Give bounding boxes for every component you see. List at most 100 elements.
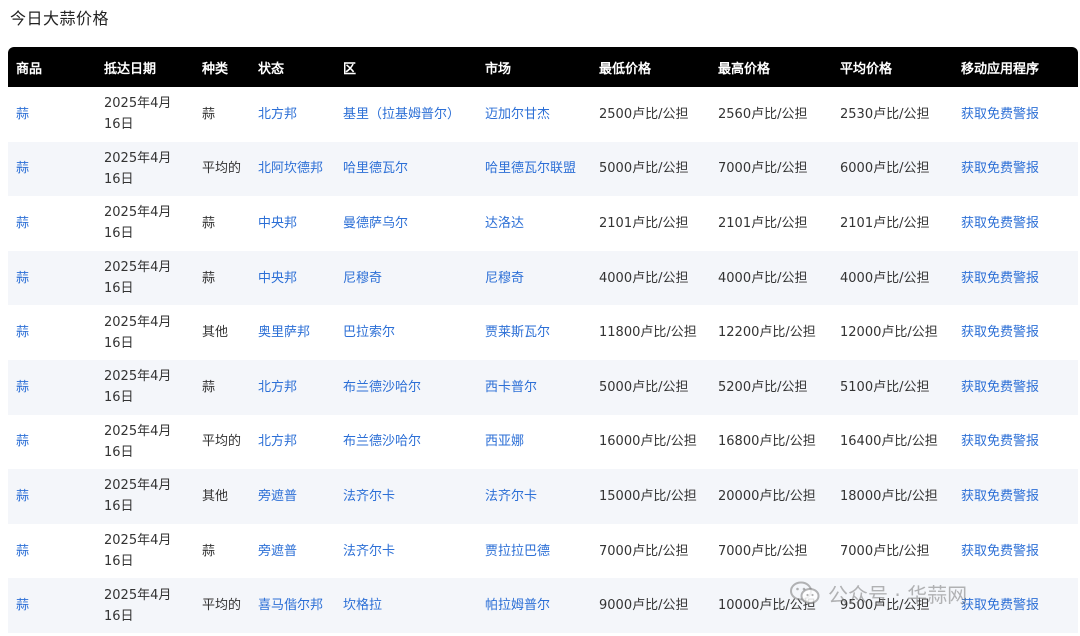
- state-link[interactable]: 奥里萨邦: [250, 305, 335, 360]
- commodity-link[interactable]: 蒜: [8, 359, 96, 415]
- avg-price: 4000卢比/公担: [832, 250, 953, 306]
- avg-price: 2530卢比/公担: [832, 87, 953, 142]
- table-row: 蒜 2025年4月16日 平均的 北阿坎德邦 哈里德瓦尔 哈里德瓦尔联盟 5000卢比/公担…: [8, 141, 1078, 197]
- state-link[interactable]: 旁遮普: [250, 469, 335, 524]
- commodity-link[interactable]: 蒜: [8, 250, 96, 306]
- market-link[interactable]: 贾莱斯瓦尔: [477, 305, 591, 360]
- commodity-link[interactable]: 蒜: [8, 523, 96, 579]
- get-free-alerts-link[interactable]: 获取免费警报: [953, 414, 1078, 470]
- header-arrival-date: 抵达日期: [96, 47, 194, 87]
- district-link[interactable]: 哈里德瓦尔: [335, 141, 477, 197]
- table-row: 蒜 2025年4月16日 平均的 北方邦 布兰德沙哈尔 西亚娜 16000卢比/公担 1680…: [8, 414, 1078, 470]
- header-max-price: 最高价格: [710, 47, 832, 87]
- avg-price: 5100卢比/公担: [832, 359, 953, 415]
- get-free-alerts-link[interactable]: 获取免费警报: [953, 141, 1078, 197]
- district-link[interactable]: 曼德萨乌尔: [335, 196, 477, 251]
- page-title: 今日大蒜价格: [10, 9, 110, 28]
- header-commodity: 商品: [8, 47, 96, 87]
- header-variety: 种类: [194, 47, 250, 87]
- variety: 平均的: [194, 414, 250, 470]
- avg-price: 9500卢比/公担: [832, 578, 953, 633]
- commodity-link[interactable]: 蒜: [8, 305, 96, 360]
- get-free-alerts-link[interactable]: 获取免费警报: [953, 523, 1078, 579]
- market-link[interactable]: 西卡普尔: [477, 359, 591, 415]
- min-price: 7000卢比/公担: [591, 523, 710, 579]
- max-price: 12200卢比/公担: [710, 305, 832, 360]
- market-link[interactable]: 达洛达: [477, 196, 591, 251]
- get-free-alerts-link[interactable]: 获取免费警报: [953, 469, 1078, 524]
- arrival-date: 2025年4月16日: [96, 469, 194, 524]
- variety: 蒜: [194, 196, 250, 251]
- market-link[interactable]: 西亚娜: [477, 414, 591, 470]
- district-link[interactable]: 法齐尔卡: [335, 523, 477, 579]
- state-link[interactable]: 北方邦: [250, 87, 335, 142]
- max-price: 10000卢比/公担: [710, 578, 832, 633]
- avg-price: 12000卢比/公担: [832, 305, 953, 360]
- state-link[interactable]: 北阿坎德邦: [250, 141, 335, 197]
- price-table: 商品 抵达日期 种类 状态 区 市场 最低价格 最高价格 平均价格 移动应用程序…: [8, 47, 1078, 633]
- state-link[interactable]: 旁遮普: [250, 523, 335, 579]
- variety: 其他: [194, 469, 250, 524]
- commodity-link[interactable]: 蒜: [8, 469, 96, 524]
- variety: 蒜: [194, 87, 250, 142]
- commodity-link[interactable]: 蒜: [8, 578, 96, 633]
- max-price: 7000卢比/公担: [710, 141, 832, 197]
- table-row: 蒜 2025年4月16日蒜旁遮普 法齐尔卡 贾拉拉巴德 7000卢比/公担 7000卢比/…: [8, 523, 1078, 579]
- min-price: 2500卢比/公担: [591, 87, 710, 142]
- get-free-alerts-link[interactable]: 获取免费警报: [953, 250, 1078, 306]
- district-link[interactable]: 基里（拉基姆普尔）: [335, 87, 477, 142]
- district-link[interactable]: 坎格拉: [335, 578, 477, 633]
- table-row: 蒜 2025年4月16日蒜北方邦 布兰德沙哈尔 西卡普尔 5000卢比/公担 5200卢比…: [8, 359, 1078, 415]
- min-price: 5000卢比/公担: [591, 359, 710, 415]
- table-row: 蒜 2025年4月16日 其他 旁遮普 法齐尔卡 法齐尔卡 15000卢比/公担 20000卢…: [8, 469, 1078, 524]
- header-mobile-app: 移动应用程序: [953, 47, 1078, 87]
- district-link[interactable]: 法齐尔卡: [335, 469, 477, 524]
- max-price: 5200卢比/公担: [710, 359, 832, 415]
- get-free-alerts-link[interactable]: 获取免费警报: [953, 359, 1078, 415]
- market-link[interactable]: 迈加尔甘杰: [477, 87, 591, 142]
- header-market: 市场: [477, 47, 591, 87]
- avg-price: 7000卢比/公担: [832, 523, 953, 579]
- arrival-date: 2025年4月16日: [96, 87, 194, 142]
- market-link[interactable]: 尼穆奇: [477, 250, 591, 306]
- district-link[interactable]: 巴拉索尔: [335, 305, 477, 360]
- district-link[interactable]: 尼穆奇: [335, 250, 477, 306]
- state-link[interactable]: 中央邦: [250, 250, 335, 306]
- get-free-alerts-link[interactable]: 获取免费警报: [953, 305, 1078, 360]
- avg-price: 16400卢比/公担: [832, 414, 953, 470]
- table-row: 蒜 2025年4月16日蒜中央邦 曼德萨乌尔 达洛达 2101卢比/公担 2101卢比/公…: [8, 196, 1078, 251]
- variety: 其他: [194, 305, 250, 360]
- max-price: 2560卢比/公担: [710, 87, 832, 142]
- market-link[interactable]: 贾拉拉巴德: [477, 523, 591, 579]
- max-price: 2101卢比/公担: [710, 196, 832, 251]
- state-link[interactable]: 中央邦: [250, 196, 335, 251]
- table-row: 蒜 2025年4月16日 其他 奥里萨邦 巴拉索尔 贾莱斯瓦尔 11800卢比/公担 1220…: [8, 305, 1078, 360]
- district-link[interactable]: 布兰德沙哈尔: [335, 359, 477, 415]
- header-state: 状态: [250, 47, 335, 87]
- page: 今日大蒜价格 商品 抵达日期 种类 状态 区 市场 最低价格 最高价格 平均价格…: [0, 0, 1080, 636]
- state-link[interactable]: 北方邦: [250, 359, 335, 415]
- max-price: 4000卢比/公担: [710, 250, 832, 306]
- max-price: 7000卢比/公担: [710, 523, 832, 579]
- market-link[interactable]: 帕拉姆普尔: [477, 578, 591, 633]
- market-link[interactable]: 哈里德瓦尔联盟: [477, 141, 591, 197]
- table-row: 蒜 2025年4月16日蒜中央邦 尼穆奇 尼穆奇 4000卢比/公担 4000卢比/公担 4…: [8, 250, 1078, 306]
- commodity-link[interactable]: 蒜: [8, 414, 96, 470]
- min-price: 2101卢比/公担: [591, 196, 710, 251]
- get-free-alerts-link[interactable]: 获取免费警报: [953, 87, 1078, 142]
- min-price: 15000卢比/公担: [591, 469, 710, 524]
- market-link[interactable]: 法齐尔卡: [477, 469, 591, 524]
- commodity-link[interactable]: 蒜: [8, 196, 96, 251]
- arrival-date: 2025年4月16日: [96, 250, 194, 306]
- commodity-link[interactable]: 蒜: [8, 141, 96, 197]
- state-link[interactable]: 北方邦: [250, 414, 335, 470]
- district-link[interactable]: 布兰德沙哈尔: [335, 414, 477, 470]
- get-free-alerts-link[interactable]: 获取免费警报: [953, 578, 1078, 633]
- header-avg-price: 平均价格: [832, 47, 953, 87]
- state-link[interactable]: 喜马偕尔邦: [250, 578, 335, 633]
- arrival-date: 2025年4月16日: [96, 305, 194, 360]
- arrival-date: 2025年4月16日: [96, 196, 194, 251]
- commodity-link[interactable]: 蒜: [8, 87, 96, 142]
- get-free-alerts-link[interactable]: 获取免费警报: [953, 196, 1078, 251]
- variety: 蒜: [194, 523, 250, 579]
